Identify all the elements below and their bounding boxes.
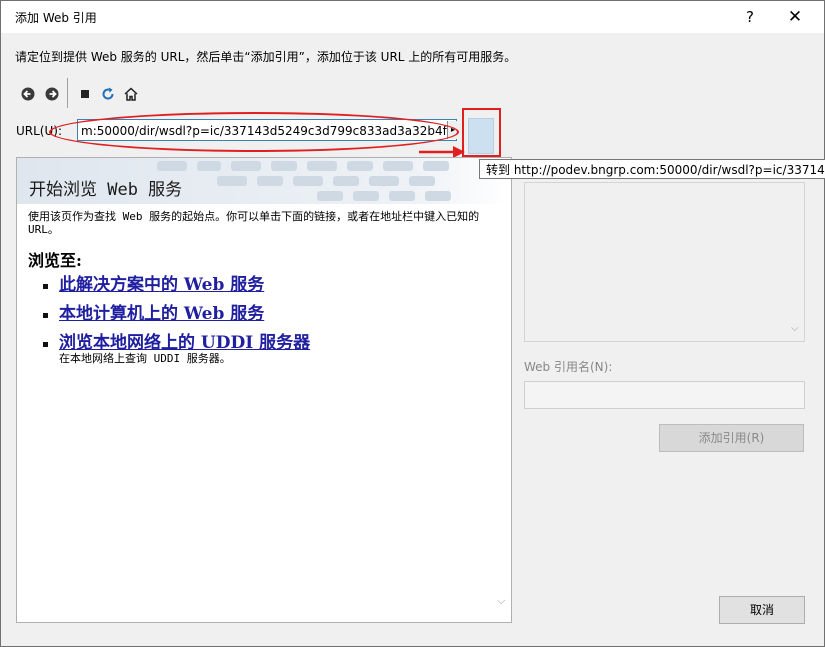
annotation-oval [49,112,459,152]
forward-icon[interactable] [43,85,61,103]
stop-icon[interactable] [76,85,94,103]
web-reference-name-label: Web 引用名(N): [524,360,613,374]
window-title: 添加 Web 引用 [15,11,97,25]
bullet [43,313,48,318]
bullet [43,284,48,289]
close-button[interactable]: ✕ [781,5,809,29]
toolbar-separator [67,78,68,108]
browser-pane: 开始浏览 Web 服务 使用该页作为查找 Web 服务的起始点。你可以单击下面的… [16,157,512,623]
page-title: 开始浏览 Web 服务 [29,180,183,200]
uddi-description: 在本地网络上查询 UDDI 服务器。 [59,352,231,365]
link-solution-services[interactable]: 此解决方案中的 Web 服务 [59,270,264,295]
add-reference-button[interactable]: 添加引用(R) [659,424,804,452]
bullet [43,342,48,347]
add-web-reference-dialog: 添加 Web 引用 ? ✕ 请定位到提供 Web 服务的 URL，然后单击“添加… [0,0,825,647]
go-tooltip: 转到 http://podev.bngrp.com:50000/dir/wsdl… [479,159,825,179]
dialog-description: 请定位到提供 Web 服务的 URL，然后单击“添加引用”，添加位于该 URL … [15,50,517,64]
web-reference-name-input[interactable] [524,381,805,409]
refresh-icon[interactable] [99,85,117,103]
list-scroll-down-icon[interactable]: ⌵ [791,323,799,334]
scroll-down-arrow-icon[interactable]: ⌵ [497,594,505,608]
back-icon[interactable] [19,85,37,103]
help-button[interactable]: ? [737,5,763,29]
services-list[interactable] [524,182,805,342]
browse-to-heading: 浏览至: [28,251,82,270]
cancel-button[interactable]: 取消 [719,596,805,624]
intro-text: 使用该页作为查找 Web 服务的起始点。你可以单击下面的链接，或者在地址栏中键入… [28,210,480,236]
title-bar: 添加 Web 引用 ? ✕ [1,1,824,33]
home-icon[interactable] [122,85,140,103]
link-local-machine-services[interactable]: 本地计算机上的 Web 服务 [59,299,264,324]
